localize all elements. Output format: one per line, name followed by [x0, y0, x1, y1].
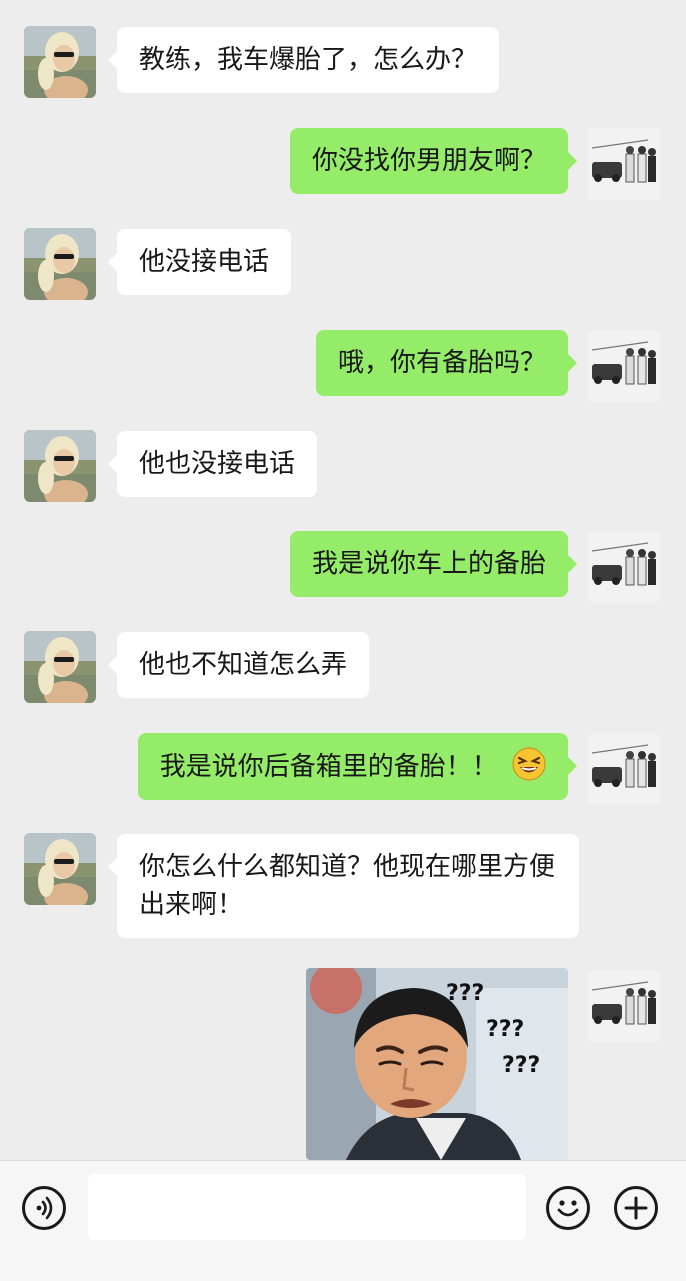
voice-button[interactable]	[22, 1186, 66, 1230]
sticker-question-marks: ???	[502, 1053, 540, 1078]
incoming-message[interactable]: 他没接电话	[107, 229, 292, 295]
confused-man-sticker: ??? ??? ???	[306, 968, 568, 1160]
message-text: 他也没接电话	[139, 449, 296, 479]
message-text: 我是说你车上的备胎	[311, 549, 546, 579]
outgoing-message[interactable]: 哦，你有备胎吗？	[315, 330, 578, 396]
emoji-button[interactable]	[546, 1186, 590, 1230]
message-text: 他没接电话	[139, 247, 270, 277]
incoming-message[interactable]: 他也不知道怎么弄	[107, 632, 370, 698]
plus-button[interactable]	[614, 1186, 658, 1230]
message-text: 你怎么什么都知道？他现在哪里方便出来啊！	[139, 852, 556, 920]
message-text: 教练，我车爆胎了，怎么办？	[139, 45, 478, 75]
plus-icon	[624, 1196, 648, 1220]
outgoing-message[interactable]: 你没找你男朋友啊？	[289, 128, 578, 194]
self-avatar[interactable]	[588, 531, 660, 603]
message-input[interactable]	[88, 1174, 526, 1240]
contact-avatar[interactable]	[24, 833, 96, 905]
sticker-question-marks: ???	[446, 981, 484, 1006]
contact-avatar[interactable]	[24, 228, 96, 300]
grinning-squint-face-icon	[512, 747, 546, 781]
contact-avatar[interactable]	[24, 631, 96, 703]
self-avatar[interactable]	[588, 128, 660, 200]
self-avatar[interactable]	[588, 733, 660, 805]
outgoing-message[interactable]: 我是说你后备箱里的备胎！！	[137, 733, 578, 800]
incoming-message[interactable]: 他也没接电话	[107, 431, 318, 497]
contact-avatar[interactable]	[24, 26, 96, 98]
self-avatar[interactable]	[588, 970, 660, 1042]
message-text: 你没找你男朋友啊？	[311, 146, 546, 176]
incoming-message[interactable]: 教练，我车爆胎了，怎么办？	[107, 27, 500, 93]
message-text: 我是说你后备箱里的备胎！！	[159, 752, 498, 782]
message-text: 他也不知道怎么弄	[139, 650, 348, 680]
outgoing-message[interactable]: 我是说你车上的备胎	[289, 531, 578, 597]
chat-history: 教练，我车爆胎了，怎么办？ 你没找你男朋友啊？ 他没接电话 哦，你有备胎吗？ 他…	[0, 0, 686, 1160]
sticker-message[interactable]: ??? ??? ???	[306, 968, 568, 1160]
self-avatar[interactable]	[588, 330, 660, 402]
contact-avatar[interactable]	[24, 430, 96, 502]
incoming-message[interactable]: 你怎么什么都知道？他现在哪里方便出来啊！	[108, 834, 579, 938]
emoji-icon	[557, 1200, 579, 1217]
sticker-question-marks: ???	[486, 1017, 524, 1042]
message-text: 哦，你有备胎吗？	[337, 348, 546, 378]
voice-icon	[36, 1196, 53, 1220]
